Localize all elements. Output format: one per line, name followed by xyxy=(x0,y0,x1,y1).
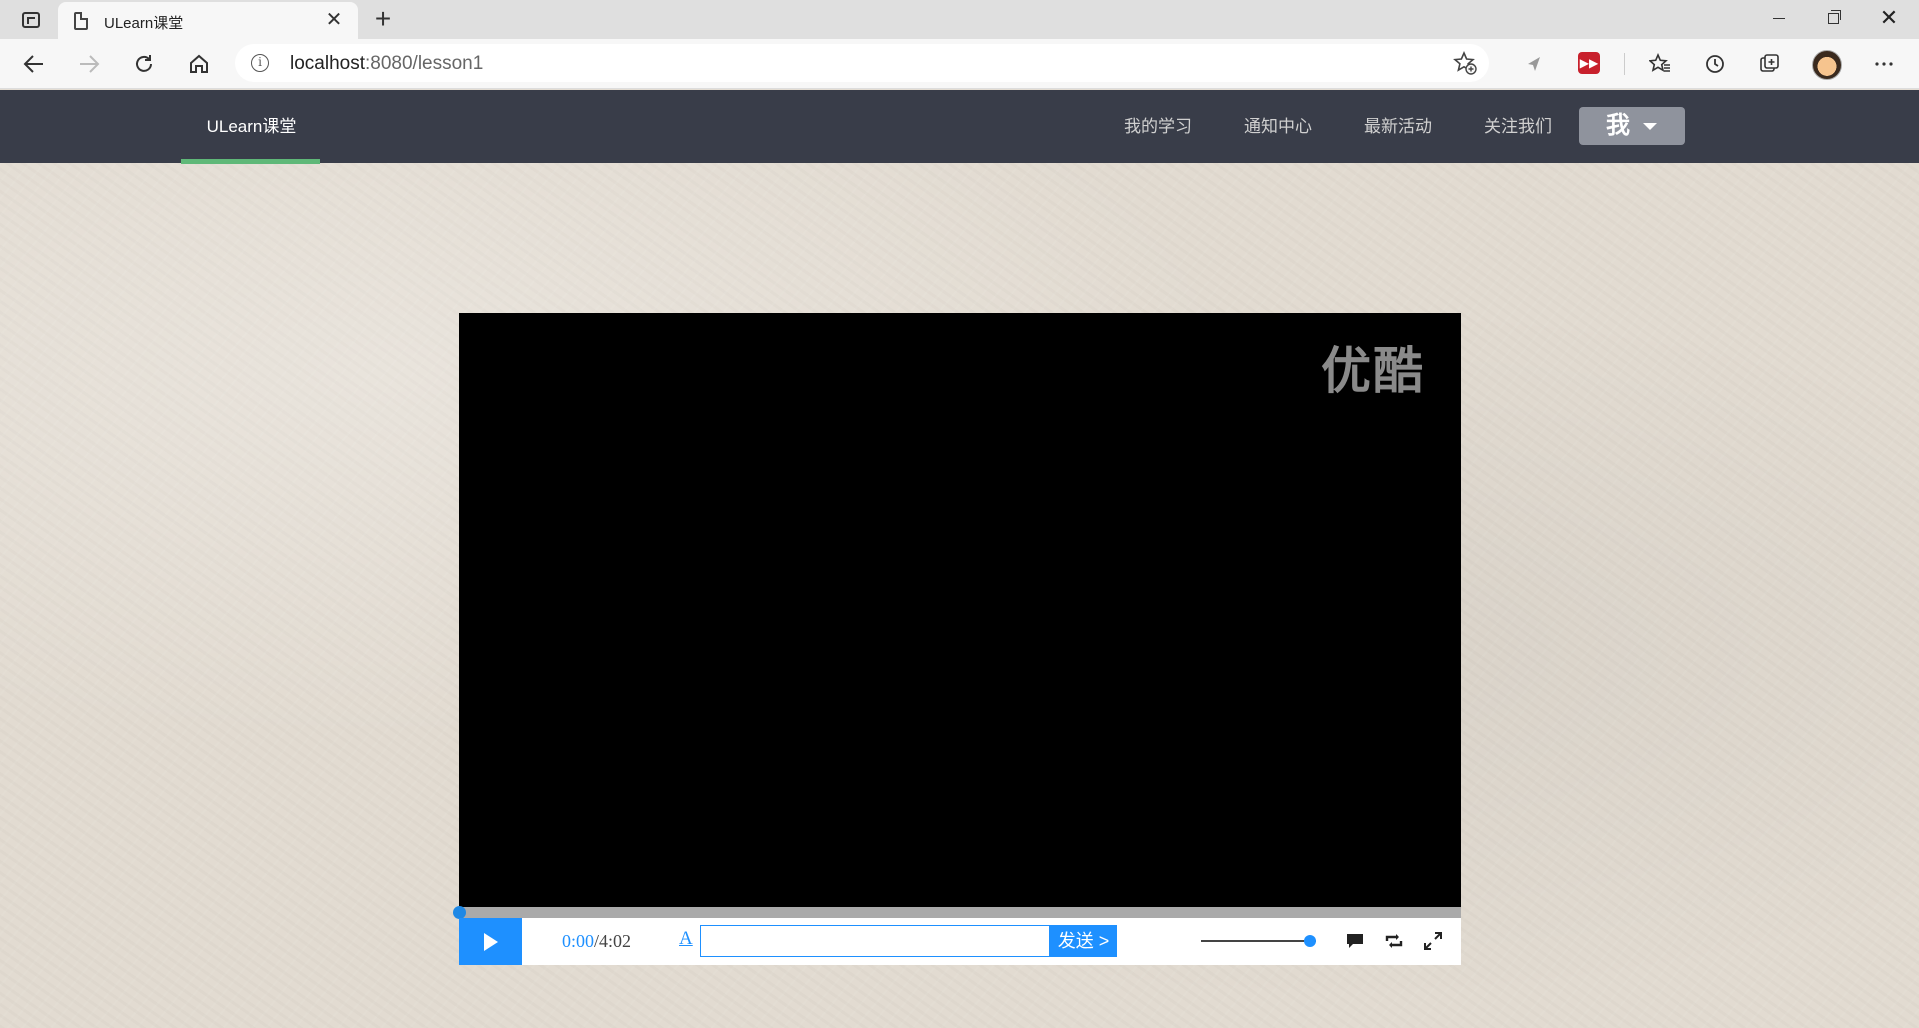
youku-watermark: 优酷 xyxy=(1321,342,1425,400)
play-button[interactable] xyxy=(459,918,522,965)
more-menu-icon[interactable] xyxy=(1866,46,1902,82)
add-favorite-icon[interactable] xyxy=(1453,50,1477,81)
extension-red-icon[interactable]: ▶▶ xyxy=(1578,52,1600,74)
profile-avatar[interactable] xyxy=(1812,50,1842,80)
user-menu-button[interactable]: 我 xyxy=(1579,107,1685,145)
nav-my-learning[interactable]: 我的学习 xyxy=(1124,90,1192,163)
progress-bar[interactable] xyxy=(453,906,1461,919)
video-player[interactable]: 优酷 0:00/4:02 A 发送 > xyxy=(453,313,1461,965)
user-menu-label: 我 xyxy=(1606,112,1630,139)
danmu-toggle-icon[interactable] xyxy=(1343,929,1367,953)
favorites-icon[interactable] xyxy=(1642,46,1678,82)
url-text[interactable]: localhost:8080/lesson1 xyxy=(290,53,483,75)
site-info-icon[interactable]: i xyxy=(251,54,269,72)
page-content: ULearn课堂 我的学习 通知中心 最新活动 关注我们 我 优酷 0:00/4… xyxy=(0,90,1919,1028)
current-time: 0:00 xyxy=(562,931,595,951)
time-display: 0:00/4:02 xyxy=(562,931,631,952)
nav-latest-activities[interactable]: 最新活动 xyxy=(1364,90,1432,163)
new-tab-button[interactable]: + xyxy=(368,4,398,34)
volume-slider[interactable] xyxy=(1201,940,1316,942)
forward-icon[interactable] xyxy=(71,46,107,82)
total-time: /4:02 xyxy=(594,931,632,951)
player-controls: 0:00/4:02 A 发送 > xyxy=(459,918,1461,965)
browser-toolbar: i localhost:8080/lesson1 ▶▶ xyxy=(0,39,1919,89)
collections-icon[interactable] xyxy=(1752,46,1788,82)
danmu-font-button[interactable]: A xyxy=(679,928,693,950)
restore-button[interactable] xyxy=(1810,0,1856,36)
back-icon[interactable] xyxy=(16,46,52,82)
loop-icon[interactable] xyxy=(1382,929,1406,953)
caret-down-icon xyxy=(1643,123,1657,130)
extension-arrow-icon[interactable] xyxy=(1516,46,1552,82)
tab-close-icon[interactable]: ✕ xyxy=(322,8,346,32)
tab-title: ULearn课堂 xyxy=(104,15,184,32)
page-icon xyxy=(74,12,88,30)
browser-tab[interactable]: ULearn课堂 ✕ xyxy=(58,2,358,39)
brand-link[interactable]: ULearn课堂 xyxy=(182,90,321,163)
nav-notification-center[interactable]: 通知中心 xyxy=(1244,90,1312,163)
danmu-input[interactable] xyxy=(700,925,1050,957)
volume-handle[interactable] xyxy=(1304,935,1317,947)
site-navbar: ULearn课堂 我的学习 通知中心 最新活动 关注我们 我 xyxy=(0,90,1919,164)
nav-follow-us[interactable]: 关注我们 xyxy=(1484,90,1552,163)
refresh-icon[interactable] xyxy=(126,46,162,82)
active-nav-indicator xyxy=(181,159,320,164)
play-icon xyxy=(484,933,498,951)
toolbar-divider xyxy=(1624,53,1625,75)
window-close-button[interactable]: ✕ xyxy=(1866,0,1912,36)
address-bar[interactable]: i localhost:8080/lesson1 xyxy=(235,44,1489,82)
tab-actions-icon[interactable] xyxy=(14,5,48,35)
home-icon[interactable] xyxy=(181,46,217,82)
minimize-button[interactable] xyxy=(1756,0,1802,36)
send-button[interactable]: 发送 > xyxy=(1050,925,1117,957)
fullscreen-icon[interactable] xyxy=(1421,929,1445,953)
browser-tabstrip: ULearn课堂 ✕ + ✕ xyxy=(0,0,1919,39)
history-icon[interactable] xyxy=(1697,46,1733,82)
